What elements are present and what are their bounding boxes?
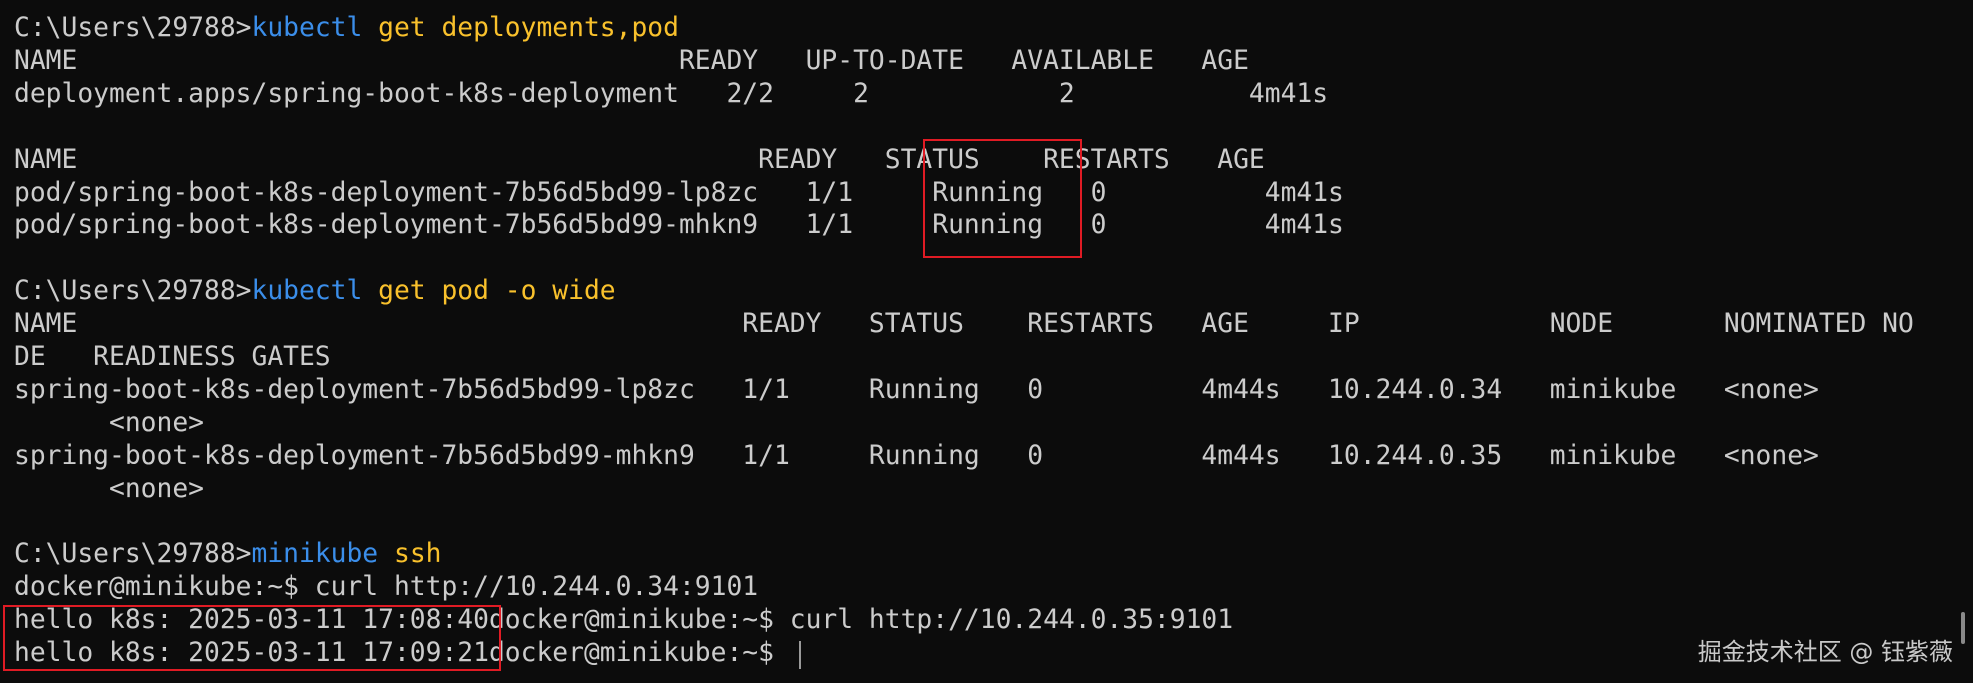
terminal-window[interactable]: C:\Users\29788>kubectl get deployments,p…	[0, 0, 1973, 683]
terminal-line: C:\Users\29788>minikube ssh	[14, 538, 442, 570]
terminal-line: C:\Users\29788>kubectl get deployments,p…	[14, 12, 679, 44]
terminal-text-segment: ssh	[378, 539, 442, 570]
curl-response-highlight	[3, 605, 501, 671]
terminal-text-segment: pod/spring-boot-k8s-deployment-7b56d5bd9…	[14, 210, 1344, 241]
terminal-line: NAME READY UP-TO-DATE AVAILABLE AGE	[14, 45, 1249, 77]
terminal-text-segment: spring-boot-k8s-deployment-7b56d5bd99-lp…	[14, 374, 1819, 405]
terminal-text-segment: kubectl	[251, 13, 363, 43]
terminal-text-segment: DE READINESS GATES	[14, 342, 331, 372]
terminal-line: <none>	[14, 473, 204, 505]
terminal-text-segment: docker@minikube:~$ curl http://10.244.0.…	[14, 572, 759, 603]
terminal-line: pod/spring-boot-k8s-deployment-7b56d5bd9…	[14, 177, 1344, 209]
terminal-line: pod/spring-boot-k8s-deployment-7b56d5bd9…	[14, 209, 1344, 241]
terminal-line: docker@minikube:~$ curl http://10.244.0.…	[14, 571, 758, 603]
terminal-text-segment: get pod -o wide	[362, 276, 616, 307]
terminal-text-segment: <none>	[14, 473, 204, 504]
terminal-line: C:\Users\29788>kubectl get pod -o wide	[14, 275, 616, 307]
terminal-text-segment: NAME READY UP-TO-DATE AVAILABLE AGE	[14, 45, 1249, 76]
terminal-text-segment: NAME READY STATUS RESTARTS AGE IP NODE N…	[14, 309, 1914, 340]
scrollbar-thumb[interactable]	[1961, 612, 1965, 644]
terminal-line: DE READINESS GATES	[14, 341, 331, 373]
terminal-text-segment: spring-boot-k8s-deployment-7b56d5bd99-mh…	[14, 440, 1819, 471]
watermark-label: 掘金技术社区 @ 钰紫薇	[1697, 638, 1953, 666]
terminal-text-segment: <none>	[14, 407, 204, 438]
terminal-text-segment: C:\Users\29788>	[14, 539, 252, 570]
running-status-highlight	[923, 139, 1082, 258]
terminal-text-segment: kubectl	[251, 276, 363, 307]
terminal-text-segment: deployment.apps/spring-boot-k8s-deployme…	[14, 78, 1329, 109]
terminal-line: <none>	[14, 407, 204, 439]
terminal-text-segment: get deployments,pod	[362, 13, 679, 43]
terminal-line: deployment.apps/spring-boot-k8s-deployme…	[14, 78, 1328, 110]
terminal-text-segment: pod/spring-boot-k8s-deployment-7b56d5bd9…	[14, 177, 1344, 208]
terminal-line: spring-boot-k8s-deployment-7b56d5bd99-lp…	[14, 374, 1819, 406]
terminal-text-segment: minikube	[251, 539, 379, 570]
terminal-text-segment: C:\Users\29788>	[14, 13, 252, 43]
terminal-line: NAME READY STATUS RESTARTS AGE IP NODE N…	[14, 308, 1914, 340]
text-cursor	[799, 641, 801, 669]
terminal-text-segment: C:\Users\29788>	[14, 276, 252, 307]
terminal-line: spring-boot-k8s-deployment-7b56d5bd99-mh…	[14, 440, 1819, 472]
